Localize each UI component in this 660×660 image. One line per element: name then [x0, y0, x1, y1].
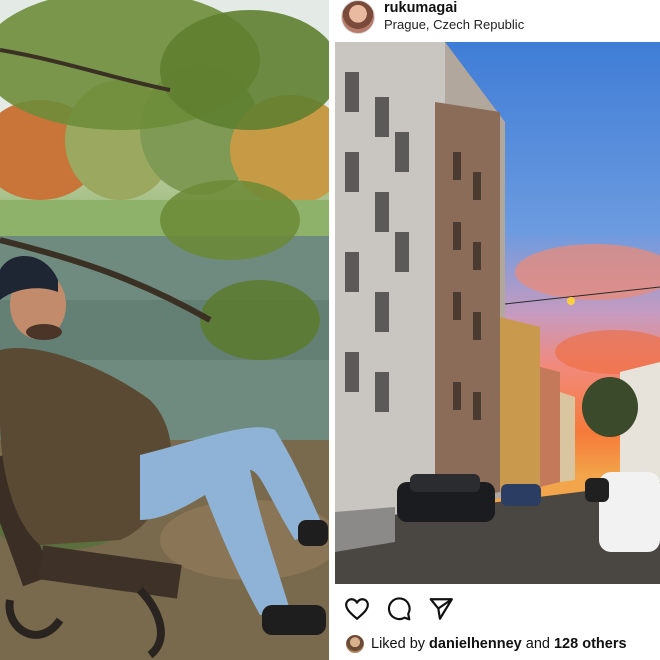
send-icon[interactable]: [428, 596, 454, 622]
likes-prefix: Liked by: [371, 636, 426, 652]
likes-row: Liked by danielhenney and 128 others: [335, 632, 660, 656]
park-scene: [0, 0, 329, 660]
likes-summary[interactable]: Liked by danielhenney and 128 others: [371, 636, 627, 652]
liker-username[interactable]: danielhenney: [429, 636, 522, 652]
username[interactable]: rukumagai: [384, 0, 457, 16]
post-header: rukumagai Prague, Czech Republic: [335, 0, 660, 42]
likes-others[interactable]: 128 others: [554, 636, 627, 652]
post-photo[interactable]: [335, 42, 660, 584]
avatar[interactable]: [341, 0, 375, 34]
comment-icon[interactable]: [386, 596, 412, 622]
action-row: [335, 596, 660, 624]
liker-avatar[interactable]: [346, 635, 364, 653]
location[interactable]: Prague, Czech Republic: [384, 17, 524, 32]
left-photo: [0, 0, 329, 660]
likes-conjunction: and: [525, 636, 550, 652]
heart-icon[interactable]: [344, 596, 370, 622]
instagram-post: rukumagai Prague, Czech Republic Liked b…: [335, 0, 660, 660]
prague-street-scene: [335, 42, 660, 584]
